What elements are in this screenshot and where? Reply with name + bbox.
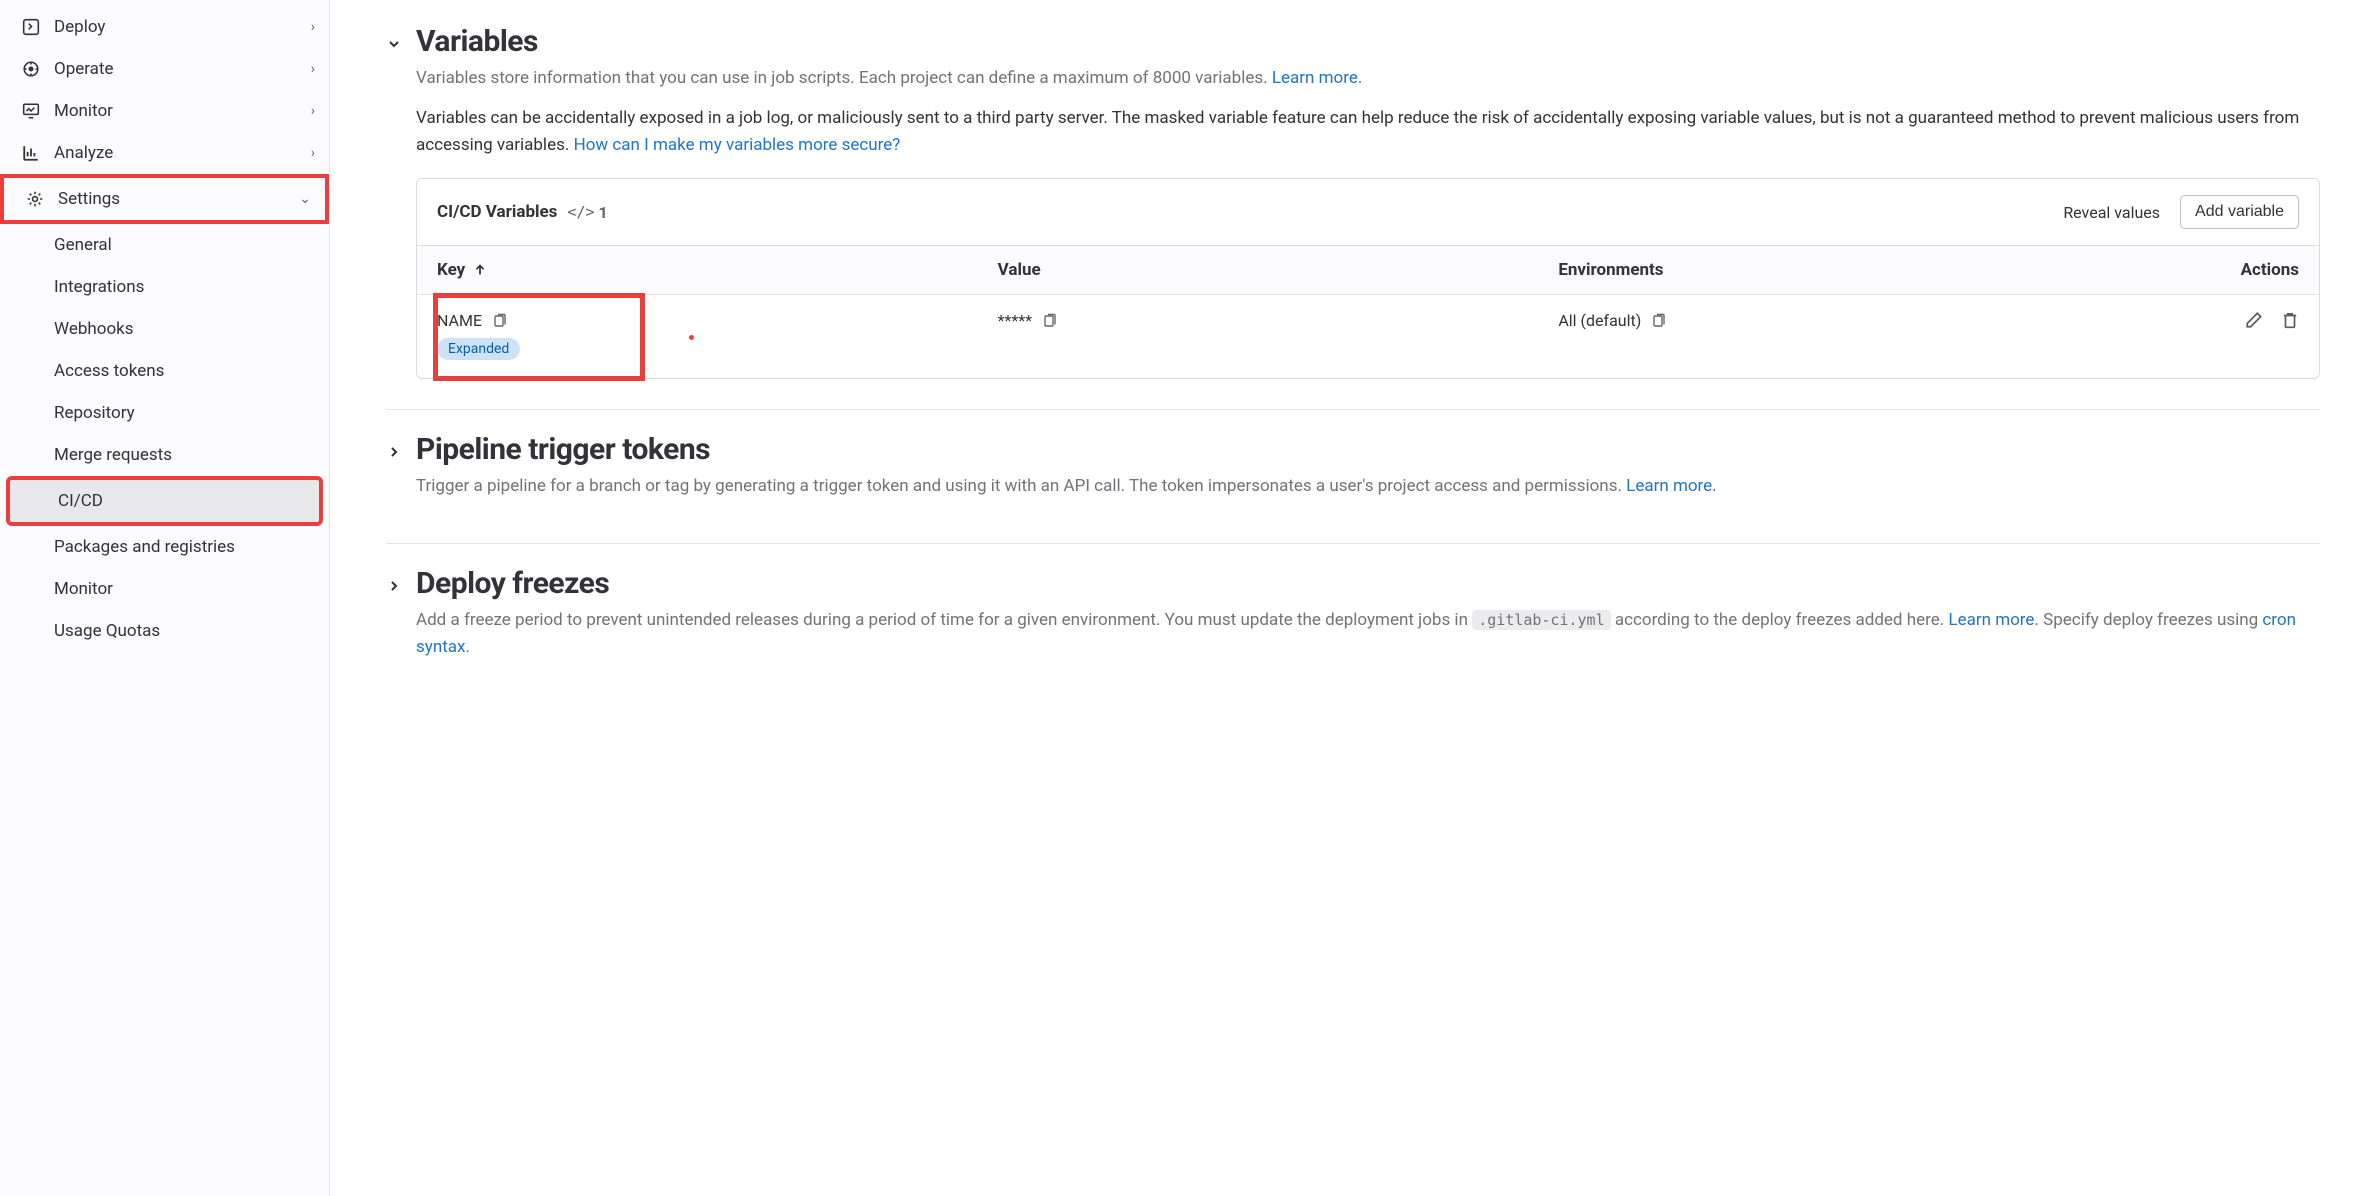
variables-desc2: Variables can be accidentally exposed in… xyxy=(416,105,2320,158)
sidebar-sub-usage-quotas[interactable]: Usage Quotas xyxy=(0,610,329,652)
sidebar-sub-access-tokens[interactable]: Access tokens xyxy=(0,350,329,392)
th-value: Value xyxy=(998,260,1559,280)
operate-icon xyxy=(20,58,42,80)
th-actions: Actions xyxy=(2119,260,2299,280)
th-key[interactable]: Key xyxy=(437,260,998,280)
edit-button[interactable] xyxy=(2245,311,2263,329)
chevron-right-icon: › xyxy=(311,19,315,35)
cell-value: ***** xyxy=(998,311,1559,330)
cell-key: NAME Expanded xyxy=(437,311,998,360)
triggers-desc: Trigger a pipeline for a branch or tag b… xyxy=(416,473,2320,499)
sidebar-label: Deploy xyxy=(54,17,105,37)
variables-desc1: Variables store information that you can… xyxy=(416,65,2320,91)
variable-key: NAME xyxy=(437,311,482,330)
sidebar-label: Monitor xyxy=(54,101,113,121)
add-variable-button[interactable]: Add variable xyxy=(2180,195,2299,229)
deploy-icon xyxy=(20,16,42,38)
code-filename: .gitlab-ci.yml xyxy=(1472,610,1610,630)
sidebar-item-operate[interactable]: Operate › xyxy=(0,48,329,90)
main-content: Variables Variables store information th… xyxy=(330,0,2376,1196)
variables-card: CI/CD Variables </> 1 Reveal values Add … xyxy=(416,178,2320,379)
variables-count: 1 xyxy=(599,203,608,222)
chevron-right-icon: › xyxy=(311,103,315,119)
sidebar-sub-repository[interactable]: Repository xyxy=(0,392,329,434)
chevron-down-icon: ⌄ xyxy=(299,191,311,207)
chevron-right-icon: › xyxy=(311,61,315,77)
red-dot-marker xyxy=(689,335,694,340)
expanded-badge: Expanded xyxy=(437,338,520,360)
triggers-heading: Pipeline trigger tokens xyxy=(416,432,2320,467)
card-header: CI/CD Variables </> 1 Reveal values Add … xyxy=(417,179,2319,246)
table-header: Key Value Environments Actions xyxy=(417,246,2319,295)
sidebar: Deploy › Operate › Monitor › Analyze › S… xyxy=(0,0,330,1196)
sidebar-sub-monitor[interactable]: Monitor xyxy=(0,568,329,610)
sidebar-sub-general[interactable]: General xyxy=(0,224,329,266)
learn-more-link[interactable]: Learn more. xyxy=(1272,68,1363,88)
monitor-icon xyxy=(20,100,42,122)
section-variables: Variables Variables store information th… xyxy=(386,24,2320,379)
sidebar-sub-cicd[interactable]: CI/CD xyxy=(6,476,323,526)
card-title: CI/CD Variables xyxy=(437,202,557,222)
section-triggers: Pipeline trigger tokens Trigger a pipeli… xyxy=(386,432,2320,513)
sidebar-label: Analyze xyxy=(54,143,113,163)
reveal-values-button[interactable]: Reveal values xyxy=(2063,203,2160,222)
variable-value-masked: ***** xyxy=(998,311,1032,330)
sidebar-item-settings[interactable]: Settings ⌄ xyxy=(0,174,329,224)
divider xyxy=(386,543,2320,544)
copy-icon[interactable] xyxy=(1042,313,1058,329)
section-freezes: Deploy freezes Add a freeze period to pr… xyxy=(386,566,2320,674)
collapse-toggle[interactable] xyxy=(386,36,402,52)
expand-toggle[interactable] xyxy=(386,578,402,594)
sort-asc-icon xyxy=(473,263,487,277)
delete-button[interactable] xyxy=(2281,311,2299,329)
freezes-desc: Add a freeze period to prevent unintende… xyxy=(416,607,2320,660)
cell-actions xyxy=(2119,311,2299,329)
th-environments: Environments xyxy=(1558,260,2119,280)
analyze-icon xyxy=(20,142,42,164)
chevron-right-icon: › xyxy=(311,145,315,161)
table-row: NAME Expanded ***** All (default) xyxy=(417,295,2319,378)
sidebar-label: Settings xyxy=(58,189,120,209)
sidebar-label: Operate xyxy=(54,59,114,79)
code-icon: </> xyxy=(567,203,594,221)
cell-environments: All (default) xyxy=(1558,311,2119,330)
freezes-heading: Deploy freezes xyxy=(416,566,2320,601)
sidebar-sub-webhooks[interactable]: Webhooks xyxy=(0,308,329,350)
learn-more-link[interactable]: Learn more. xyxy=(1626,476,1717,496)
variable-env: All (default) xyxy=(1558,311,1641,330)
sidebar-sub-integrations[interactable]: Integrations xyxy=(0,266,329,308)
copy-icon[interactable] xyxy=(1651,313,1667,329)
sidebar-item-analyze[interactable]: Analyze › xyxy=(0,132,329,174)
secure-variables-link[interactable]: How can I make my variables more secure? xyxy=(574,135,901,155)
sidebar-sub-merge-requests[interactable]: Merge requests xyxy=(0,434,329,476)
sidebar-item-deploy[interactable]: Deploy › xyxy=(0,6,329,48)
learn-more-link[interactable]: Learn more. xyxy=(1948,610,2039,630)
copy-icon[interactable] xyxy=(492,313,508,329)
sidebar-item-monitor[interactable]: Monitor › xyxy=(0,90,329,132)
highlight-box xyxy=(433,293,645,381)
gear-icon xyxy=(24,188,46,210)
divider xyxy=(386,409,2320,410)
sidebar-sub-packages[interactable]: Packages and registries xyxy=(0,526,329,568)
variables-heading: Variables xyxy=(416,24,2320,59)
expand-toggle[interactable] xyxy=(386,444,402,460)
